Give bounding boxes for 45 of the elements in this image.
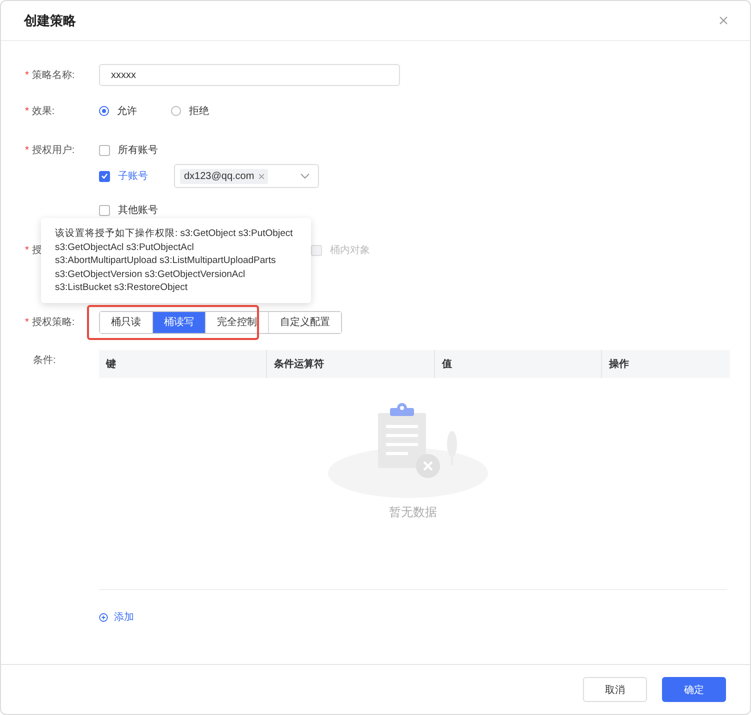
field-label: 授权用户: bbox=[32, 144, 75, 157]
tooltip-line: 该设置将授予如下操作权限: s3:GetObject s3:PutObject bbox=[55, 227, 294, 240]
tooltip-line: s3:GetObjectVersion s3:GetObjectVersionAcl bbox=[55, 268, 246, 281]
policy-segment[interactable]: 自定义配置 bbox=[268, 312, 341, 332]
radio-button[interactable] bbox=[171, 106, 181, 116]
checkbox-label: 子账号 bbox=[118, 170, 148, 183]
field-label: 效果: bbox=[32, 105, 55, 118]
name-input[interactable]: xxxxx bbox=[99, 64, 400, 86]
required-mark: * bbox=[25, 106, 29, 116]
dialog-title: 创建策略 bbox=[24, 12, 76, 30]
column-header: 操作 bbox=[602, 350, 730, 378]
policy-segment[interactable]: 桶读写 bbox=[152, 312, 205, 332]
field-label: 授权策略: bbox=[32, 316, 75, 329]
checkbox[interactable] bbox=[99, 204, 110, 216]
required-mark: * bbox=[25, 70, 29, 80]
column-header: 条件运算符 bbox=[266, 350, 434, 378]
field-label: 授 bbox=[32, 244, 42, 257]
remove-icon[interactable] bbox=[259, 174, 264, 178]
radio-label: 拒绝 bbox=[189, 104, 209, 118]
add-link[interactable]: 添加 bbox=[99, 610, 134, 624]
tooltip-line: s3:AbortMultipartUpload s3:ListMultipartUploadParts bbox=[55, 254, 277, 268]
required-mark: * bbox=[25, 144, 29, 156]
radio-label: 允许 bbox=[117, 104, 137, 118]
close-icon[interactable] bbox=[719, 16, 728, 25]
account-select[interactable]: dx123@qq.com bbox=[174, 164, 319, 188]
radio-button[interactable] bbox=[99, 106, 109, 116]
checkbox[interactable] bbox=[99, 170, 110, 182]
tooltip-line: s3:ListBucket s3:RestoreObject bbox=[55, 281, 189, 294]
tooltip-line: s3:GetObjectAcl s3:PutObjectAcl bbox=[55, 240, 195, 254]
field-label: 策略名称: bbox=[32, 69, 75, 82]
required-mark: * bbox=[25, 316, 29, 328]
add-circle-icon bbox=[99, 612, 108, 622]
checkbox-label: 其他账号 bbox=[118, 204, 158, 217]
cancel-button[interactable]: 取消 bbox=[583, 677, 647, 702]
field-label: 条件: bbox=[33, 354, 56, 367]
column-header: 键 bbox=[99, 350, 266, 378]
checkbox-label: 所有账号 bbox=[118, 144, 158, 157]
checkbox[interactable] bbox=[99, 144, 110, 156]
required-mark: * bbox=[25, 244, 29, 256]
account-tag: dx123@qq.com bbox=[180, 168, 268, 184]
checkbox-label: 桶内对象 bbox=[330, 244, 370, 257]
confirm-button[interactable]: 确定 bbox=[662, 677, 726, 702]
chevron-down-icon bbox=[300, 173, 310, 179]
column-header: 值 bbox=[434, 350, 602, 378]
empty-text: 暂无数据 bbox=[389, 504, 437, 521]
